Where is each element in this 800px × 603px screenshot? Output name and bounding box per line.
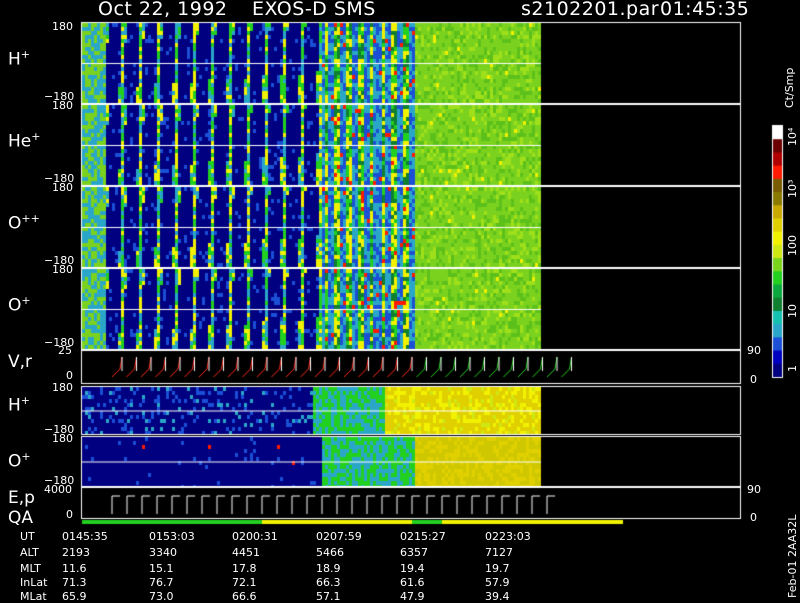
footer-cell: 57.9 bbox=[485, 576, 510, 589]
right-tick-p5-max: 90 bbox=[747, 344, 761, 357]
footer-cell: 0153:03 bbox=[149, 530, 195, 543]
footer-cell: 39.4 bbox=[485, 590, 510, 603]
panel-label-o-plus: O+ bbox=[8, 294, 31, 316]
footer-cell: 17.8 bbox=[232, 562, 257, 575]
panel-label-ep: E,p bbox=[8, 488, 35, 508]
title-file: s2102201.par bbox=[521, 0, 660, 20]
panel-label-h-plus-2: H+ bbox=[8, 394, 31, 416]
tick-p6-max: 180 bbox=[52, 381, 73, 394]
colorbar-tick-1: 1 bbox=[786, 365, 799, 372]
footer-cell: 66.3 bbox=[316, 576, 341, 589]
panel-label-he-plus: He+ bbox=[8, 130, 41, 152]
panel-label-o-plusplus: O++ bbox=[8, 212, 40, 234]
footer-cell: 73.0 bbox=[149, 590, 174, 603]
footer-row-label-inlat: InLat bbox=[20, 576, 48, 589]
footer-cell: 65.9 bbox=[62, 590, 87, 603]
colorbar-tick-1e3: 10³ bbox=[786, 179, 799, 198]
footer-cell: 11.6 bbox=[62, 562, 87, 575]
footer-cell: 4451 bbox=[232, 546, 260, 559]
footer-cell: 0215:27 bbox=[400, 530, 446, 543]
footer-row-label-mlt: MLT bbox=[20, 562, 41, 575]
footer-cell: 2193 bbox=[62, 546, 90, 559]
footer-cell: 3340 bbox=[149, 546, 177, 559]
panel-label-h-plus: H+ bbox=[8, 48, 31, 70]
footer-cell: 66.6 bbox=[232, 590, 257, 603]
tick-p3-max: 180 bbox=[52, 181, 73, 194]
footer-cell: 19.7 bbox=[485, 562, 510, 575]
title-instrument: EXOS-D SMS bbox=[252, 0, 376, 20]
panel-label-o-plus-2: O+ bbox=[8, 450, 31, 472]
footer-row-label-alt: ALT bbox=[20, 546, 39, 559]
footer-cell: 76.7 bbox=[149, 576, 174, 589]
footer-cell: 57.1 bbox=[316, 590, 341, 603]
footer-cell: 15.1 bbox=[149, 562, 174, 575]
tick-p5-max: 25 bbox=[58, 344, 72, 357]
colorbar-tick-100: 100 bbox=[786, 235, 799, 256]
panel-label-qa: QA bbox=[8, 508, 34, 528]
right-tick-p7-max: 90 bbox=[747, 483, 761, 496]
footer-cell: 0223:03 bbox=[485, 530, 531, 543]
title-time: 01:45:35 bbox=[660, 0, 750, 20]
footer-cell: 7127 bbox=[485, 546, 513, 559]
footer-row-label-ut: UT bbox=[20, 530, 35, 543]
footer-cell: 71.3 bbox=[62, 576, 87, 589]
footer-cell: 18.9 bbox=[316, 562, 341, 575]
footer-cell: 0145:35 bbox=[62, 530, 108, 543]
footer-cell: 47.9 bbox=[400, 590, 425, 603]
tick-p2-max: 180 bbox=[52, 99, 73, 112]
tick-p8-max: 4000 bbox=[44, 483, 72, 496]
footer-cell: 0200:31 bbox=[232, 530, 278, 543]
footer-cell: 5466 bbox=[316, 546, 344, 559]
tick-p4-max: 180 bbox=[52, 263, 73, 276]
tick-p7-max: 180 bbox=[52, 432, 73, 445]
right-tick-p5-min: 0 bbox=[750, 373, 757, 386]
colorbar-tick-1e4: 10⁴ bbox=[786, 127, 799, 146]
tick-p8-min: 0 bbox=[66, 508, 73, 521]
spectrogram-canvas bbox=[0, 0, 800, 600]
colorbar-tick-10: 10 bbox=[786, 304, 799, 318]
tick-p1-max: 180 bbox=[52, 20, 73, 33]
panel-label-vr: V,r bbox=[8, 352, 33, 372]
footer-cell: 19.4 bbox=[400, 562, 425, 575]
footer-stamp: Feb-01 2AA32L bbox=[786, 514, 799, 598]
footer-cell: 61.6 bbox=[400, 576, 425, 589]
right-tick-p8-min: 0 bbox=[750, 511, 757, 524]
footer-row-label-mlat: MLat bbox=[20, 590, 47, 603]
footer-cell: 72.1 bbox=[232, 576, 257, 589]
footer-cell: 0207:59 bbox=[316, 530, 362, 543]
colorbar-unit: Ct/Smp bbox=[783, 67, 796, 108]
title-date: Oct 22, 1992 bbox=[98, 0, 228, 20]
footer-cell: 6357 bbox=[400, 546, 428, 559]
